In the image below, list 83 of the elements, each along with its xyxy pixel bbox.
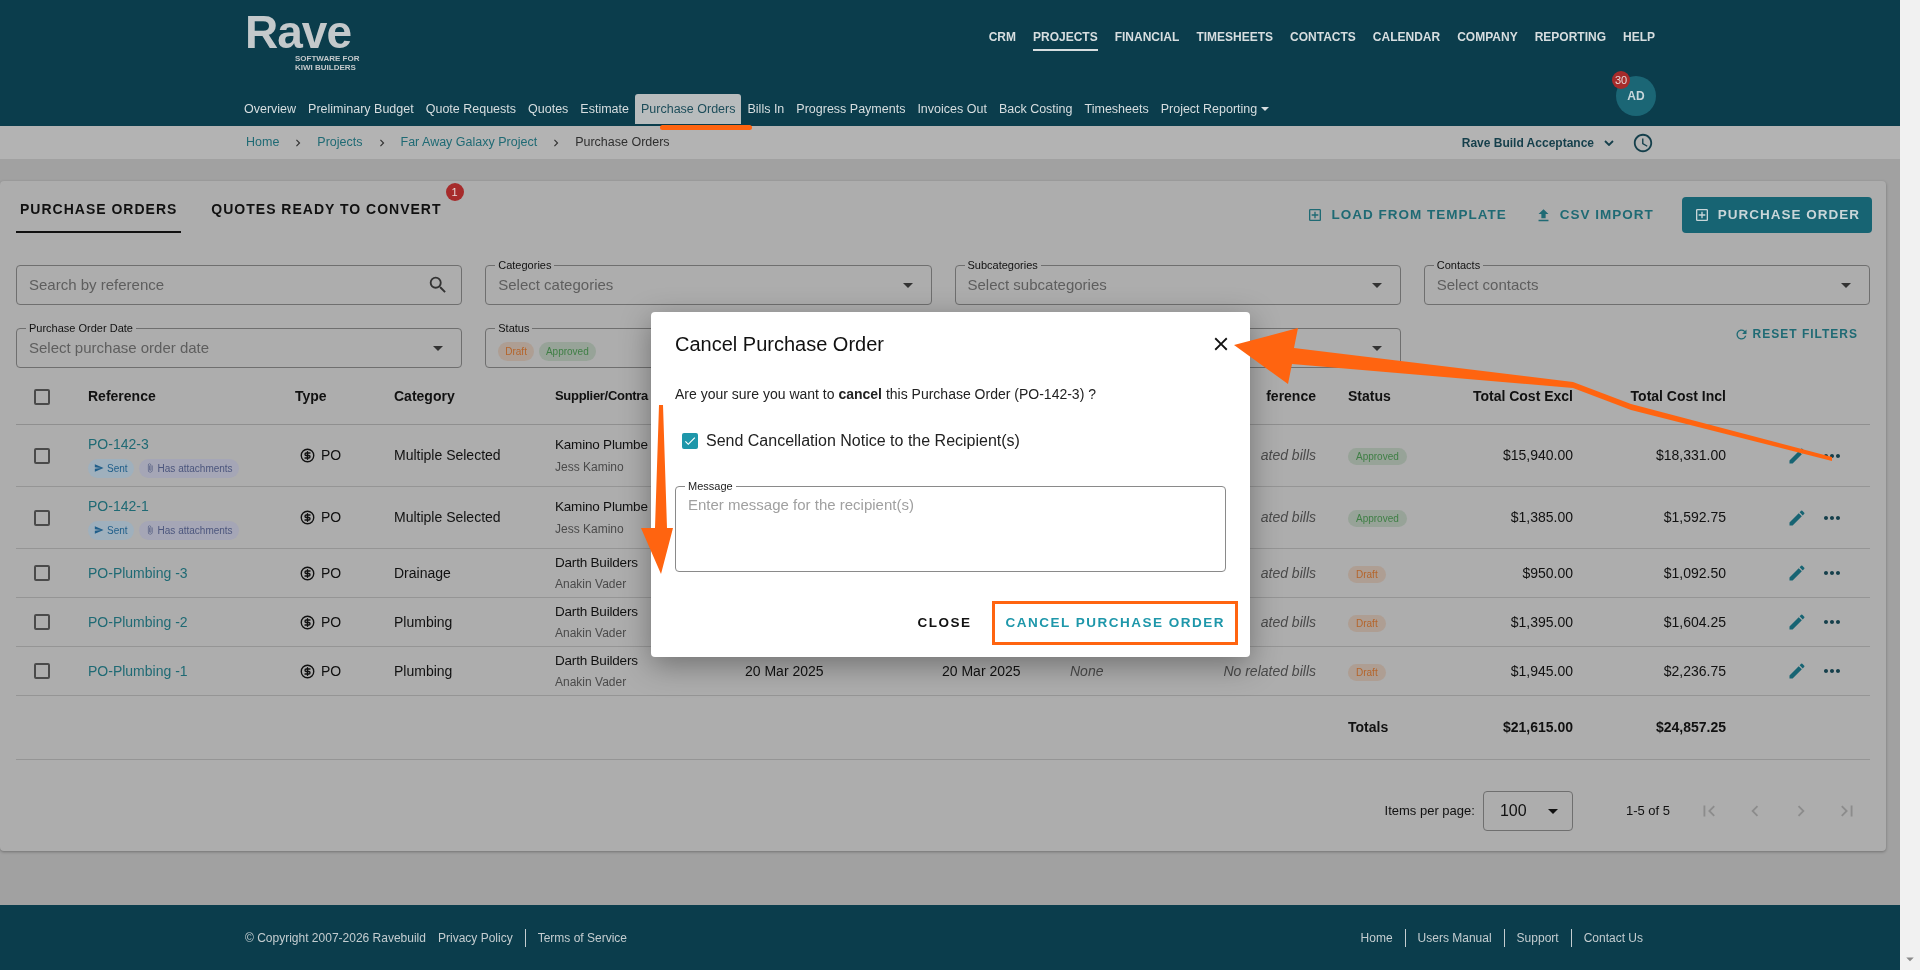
field-label: Categories	[495, 258, 555, 272]
placeholder-text: Enter message for the recipient(s)	[688, 496, 914, 513]
field-label: Contacts	[1433, 258, 1484, 272]
notification-badge: 30	[1612, 71, 1630, 89]
table-cell-text: $1,592.75	[1663, 508, 1727, 527]
tag-chip: Has attachments	[138, 520, 239, 540]
table-cell-text: ated bills	[1260, 612, 1316, 632]
table-cell-text: ated bills	[1260, 508, 1316, 527]
tag-chip: Has attachments	[138, 458, 239, 478]
status-chip: Draft	[1348, 663, 1386, 681]
column-header: Total Cost Incl	[1630, 389, 1727, 403]
table-cell-text: PO	[321, 661, 342, 681]
status-chip: Draft	[498, 341, 534, 361]
supplier-name: Darth Builders	[555, 651, 638, 670]
status-chip: Draft	[1348, 614, 1386, 632]
total-value: $24,857.25	[1655, 718, 1727, 737]
dialog-title: Cancel Purchase Order	[675, 332, 884, 357]
table-cell-text: Multiple Selected	[394, 446, 502, 465]
table-cell-text: $15,940.00	[1502, 446, 1574, 465]
placeholder-text: Select subcategories	[967, 274, 1108, 295]
confirmation-text: Are your sure you want to cancel this Purchase Order (PO-142-3) ?	[675, 386, 1097, 402]
table-cell-text: PO	[321, 508, 342, 527]
supplier-name: Kamino Plumbe	[555, 436, 648, 455]
table-cell-text: Multiple Selected	[394, 508, 502, 527]
breadcrumb-current: Purchase Orders	[575, 134, 670, 152]
column-header: Type	[295, 389, 328, 403]
count-badge: 1	[445, 183, 464, 201]
supplier-name: Kamino Plumbe	[555, 498, 648, 517]
items-per-page-label: Items per page:	[1384, 802, 1475, 821]
table-cell-text: $18,331.00	[1655, 446, 1727, 465]
table-cell-text: PO	[321, 563, 342, 583]
table-cell-text: $1,395.00	[1510, 612, 1574, 632]
contact-name: Anakin Vader	[555, 625, 627, 643]
placeholder-text: Select purchase order date	[29, 337, 211, 358]
table-cell-text: PO	[321, 446, 342, 465]
table-cell: 20 Mar 2025	[745, 662, 824, 679]
column-header: Reference	[88, 389, 157, 403]
table-cell-text: ated bills	[1260, 563, 1316, 583]
table-cell-text: No related bills	[1223, 661, 1316, 681]
placeholder-text: Select contacts	[1436, 274, 1540, 295]
contact-name: Anakin Vader	[555, 674, 627, 692]
table-cell-text: $1,385.00	[1510, 508, 1574, 527]
field-label: Status	[495, 321, 533, 335]
status-chip: Approved	[538, 341, 596, 361]
column-header: Total Cost Excl	[1472, 389, 1574, 403]
contact-name: Jess Kamino	[555, 520, 624, 538]
field-label: Subcategories	[964, 258, 1041, 272]
column-header: Category	[394, 389, 456, 403]
status-chip: Draft	[1348, 565, 1386, 583]
field-label: Purchase Order Date	[26, 321, 136, 335]
column-header: ference	[1266, 389, 1316, 403]
table-cell-text: PO	[321, 612, 342, 632]
total-value: $21,615.00	[1502, 718, 1574, 737]
table-cell-text: Plumbing	[394, 661, 454, 681]
logo-wordmark: Rave	[245, 10, 351, 54]
status-chip: Approved	[1348, 448, 1407, 465]
table-cell-text: $2,236.75	[1663, 661, 1727, 681]
totals-label: Totals	[1347, 718, 1390, 737]
table-cell-text: $1,945.00	[1510, 661, 1574, 681]
placeholder-text: Select categories	[498, 274, 615, 295]
supplier-name: Darth Builders	[555, 602, 638, 621]
checkbox-label: Send Cancellation Notice to the Recipient(s)	[706, 431, 1020, 451]
field-label: Message	[685, 479, 736, 493]
contact-name: Anakin Vader	[555, 576, 627, 594]
supplier-name: Darth Builders	[555, 553, 638, 572]
table-cell-text: $1,604.25	[1663, 612, 1727, 632]
table-cell-text: $1,092.50	[1663, 563, 1727, 583]
table-cell-text: Drainage	[394, 563, 452, 583]
placeholder-text: Search by reference	[29, 274, 166, 295]
table-cell: 20 Mar 2025	[942, 662, 1021, 679]
page-range: 1-5 of 5	[1625, 802, 1670, 821]
status-chip: Approved	[1348, 510, 1407, 527]
logo-tagline: SOFTWARE FOR	[295, 54, 360, 63]
logo-tagline: KIWI BUILDERS	[295, 63, 356, 72]
table-cell-text: $950.00	[1522, 563, 1574, 583]
column-header: Supplier/Contra	[555, 389, 648, 403]
tag-chip: Sent	[88, 458, 134, 478]
tag-chip: Sent	[88, 520, 134, 540]
contact-name: Jess Kamino	[555, 458, 624, 476]
table-cell-text: Plumbing	[394, 612, 454, 632]
copyright-text: © Copyright 2007-2026 Ravebuild	[245, 929, 426, 947]
table-cell-text: ated bills	[1260, 446, 1316, 465]
table-cell: None	[1070, 662, 1104, 679]
